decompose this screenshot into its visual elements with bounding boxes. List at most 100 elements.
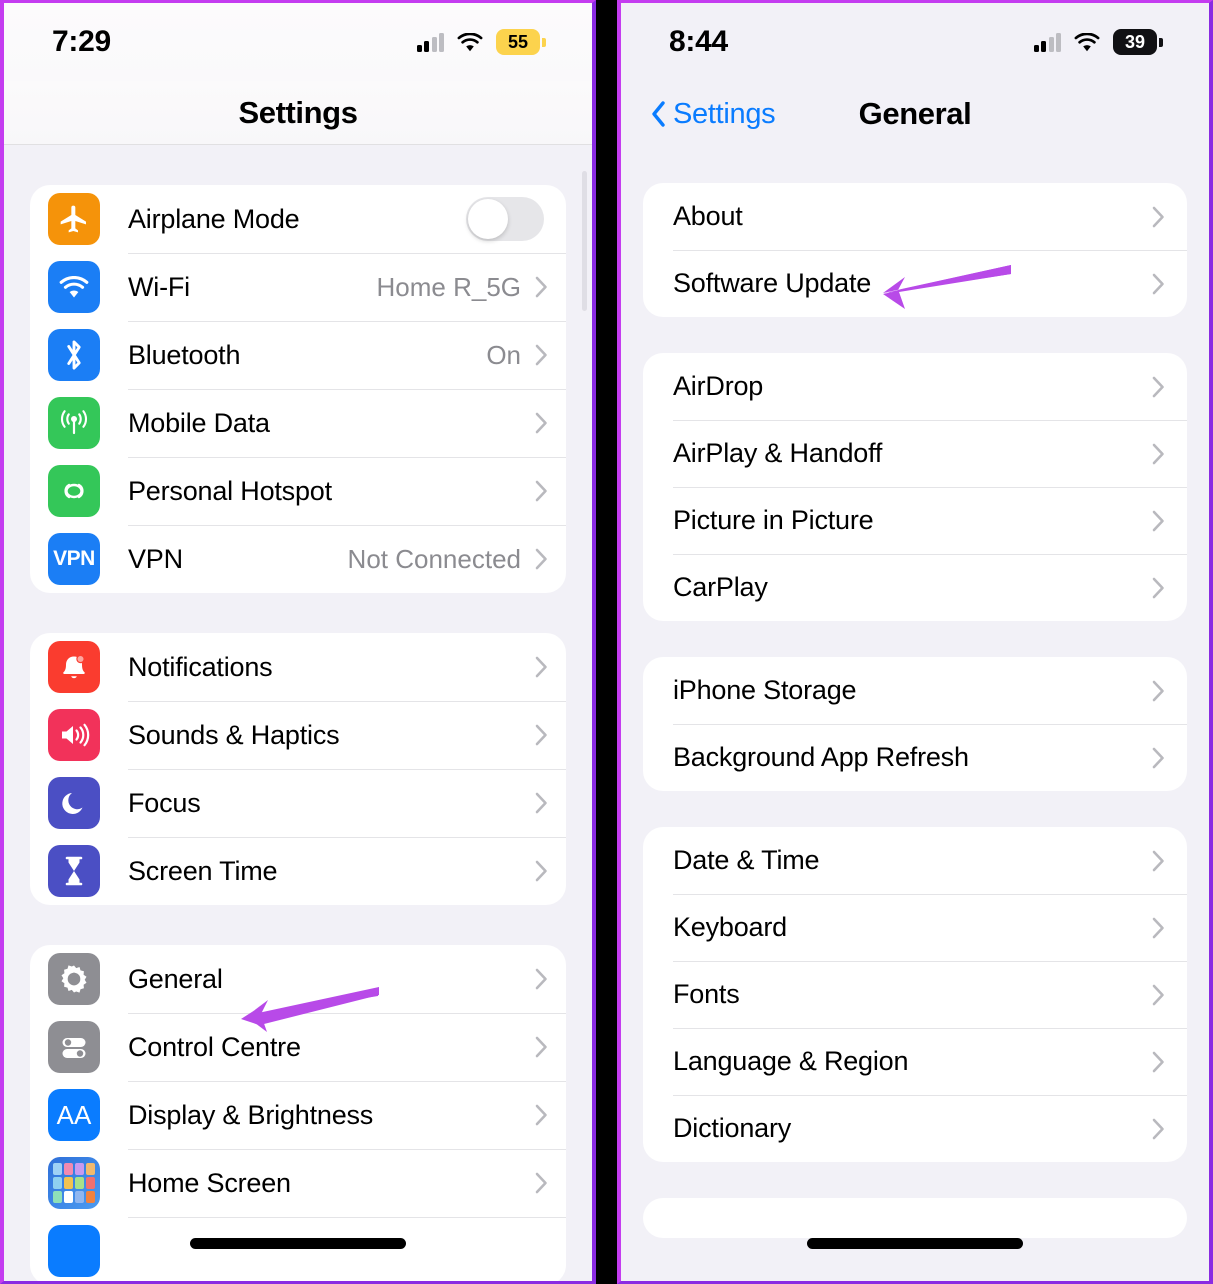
home-screen-grid-icon <box>48 1157 100 1209</box>
chevron-right-icon <box>1152 850 1165 872</box>
settings-group-alerts: Notifications Sounds & Haptics Focus Scr… <box>30 633 566 905</box>
chevron-right-icon <box>1152 984 1165 1006</box>
chevron-right-icon <box>1152 577 1165 599</box>
row-background-app-refresh[interactable]: Background App Refresh <box>643 724 1187 791</box>
left-phone-panel: 7:29 55 Settings Airplane Mode Wi-Fi Hom… <box>0 0 596 1284</box>
row-software-update[interactable]: Software Update <box>643 250 1187 317</box>
row-notifications[interactable]: Notifications <box>30 633 566 701</box>
row-airplay-handoff[interactable]: AirPlay & Handoff <box>643 420 1187 487</box>
general-group-device-info: About Software Update <box>643 183 1187 317</box>
row-label: Personal Hotspot <box>128 475 332 506</box>
battery-tip <box>542 37 546 47</box>
chevron-right-icon <box>1152 443 1165 465</box>
row-language-region[interactable]: Language & Region <box>643 1028 1187 1095</box>
row-label: Control Centre <box>128 1031 301 1062</box>
row-about[interactable]: About <box>643 183 1187 250</box>
row-label: AirDrop <box>673 371 764 401</box>
wifi-icon <box>48 261 100 313</box>
row-iphone-storage[interactable]: iPhone Storage <box>643 657 1187 724</box>
right-status-bar: 8:44 39 <box>621 3 1209 81</box>
row-sounds-haptics[interactable]: Sounds & Haptics <box>30 701 566 769</box>
wifi-icon <box>1074 32 1100 52</box>
scroll-indicator[interactable] <box>582 171 587 311</box>
settings-scroll-area[interactable]: Airplane Mode Wi-Fi Home R_5G Bluetooth … <box>4 145 592 1281</box>
vpn-label: VPN <box>53 547 95 570</box>
row-personal-hotspot[interactable]: Personal Hotspot <box>30 457 566 525</box>
row-airdrop[interactable]: AirDrop <box>643 353 1187 420</box>
bell-icon <box>48 641 100 693</box>
row-bluetooth[interactable]: Bluetooth On <box>30 321 566 389</box>
row-airplane-mode[interactable]: Airplane Mode <box>30 185 566 253</box>
chevron-right-icon <box>1152 206 1165 228</box>
settings-group-system: General Control Centre AA Display & Brig… <box>30 945 566 1281</box>
status-clock: 7:29 <box>52 25 111 58</box>
row-picture-in-picture[interactable]: Picture in Picture <box>643 487 1187 554</box>
hotspot-link-icon <box>48 465 100 517</box>
dual-phone-screenshot: 7:29 55 Settings Airplane Mode Wi-Fi Hom… <box>0 0 1213 1284</box>
back-button[interactable]: Settings <box>651 97 776 131</box>
status-indicators: 39 <box>1033 29 1163 55</box>
row-vpn[interactable]: VPN VPN Not Connected <box>30 525 566 593</box>
row-display-brightness[interactable]: AA Display & Brightness <box>30 1081 566 1149</box>
toggle-knob <box>468 199 508 239</box>
right-nav-bar: Settings General <box>621 81 1209 147</box>
chevron-right-icon <box>1152 917 1165 939</box>
row-fonts[interactable]: Fonts <box>643 961 1187 1028</box>
chevron-right-icon <box>1152 273 1165 295</box>
general-group-storage: iPhone Storage Background App Refresh <box>643 657 1187 791</box>
row-general[interactable]: General <box>30 945 566 1013</box>
row-label: General <box>128 963 223 994</box>
airplane-mode-toggle[interactable] <box>466 197 544 241</box>
row-dictionary[interactable]: Dictionary <box>643 1095 1187 1162</box>
row-label: Home Screen <box>128 1167 291 1198</box>
row-label: AirPlay & Handoff <box>673 438 883 468</box>
row-label: CarPlay <box>673 572 768 602</box>
row-partial-next[interactable] <box>30 1217 566 1281</box>
row-wifi[interactable]: Wi-Fi Home R_5G <box>30 253 566 321</box>
battery-tip <box>1159 37 1163 47</box>
row-label: Keyboard <box>673 912 787 942</box>
row-carplay[interactable]: CarPlay <box>643 554 1187 621</box>
row-date-time[interactable]: Date & Time <box>643 827 1187 894</box>
row-label: Display & Brightness <box>128 1099 374 1130</box>
general-scroll-area[interactable]: About Software Update AirDrop AirPlay & … <box>621 147 1209 1281</box>
battery-level-label: 39 <box>1113 29 1157 55</box>
vpn-icon: VPN <box>48 533 100 585</box>
row-label: Fonts <box>673 979 740 1009</box>
row-focus[interactable]: Focus <box>30 769 566 837</box>
left-status-bar: 7:29 55 <box>4 3 592 81</box>
left-nav-bar: Settings <box>4 81 592 145</box>
chevron-right-icon <box>1152 510 1165 532</box>
row-keyboard[interactable]: Keyboard <box>643 894 1187 961</box>
chevron-right-icon <box>1152 376 1165 398</box>
row-label: Date & Time <box>673 845 820 875</box>
row-screen-time[interactable]: Screen Time <box>30 837 566 905</box>
row-label: VPN <box>128 543 183 574</box>
gear-icon <box>48 953 100 1005</box>
row-label: Sounds & Haptics <box>128 719 340 750</box>
chevron-right-icon <box>535 1104 548 1126</box>
battery-level-label: 55 <box>496 29 540 55</box>
row-mobile-data[interactable]: Mobile Data <box>30 389 566 457</box>
right-phone-panel: 8:44 39 Settings General About Software … <box>617 0 1213 1284</box>
row-control-centre[interactable]: Control Centre <box>30 1013 566 1081</box>
general-group-localization: Date & Time Keyboard Fonts Language & Re… <box>643 827 1187 1162</box>
chevron-right-icon <box>1152 1051 1165 1073</box>
moon-icon <box>48 777 100 829</box>
row-home-screen[interactable]: Home Screen <box>30 1149 566 1217</box>
row-value: Home R_5G <box>376 271 522 302</box>
speaker-icon <box>48 709 100 761</box>
chevron-right-icon <box>1152 747 1165 769</box>
airplane-icon <box>48 193 100 245</box>
chevron-right-icon <box>535 1172 548 1194</box>
row-label: Airplane Mode <box>128 203 300 234</box>
signal-bars-icon <box>1033 32 1061 52</box>
panel-divider-gap <box>596 0 617 1284</box>
chevron-left-icon <box>651 101 666 127</box>
row-label: Background App Refresh <box>673 742 969 772</box>
chevron-right-icon <box>535 412 548 434</box>
chevron-right-icon <box>535 656 548 678</box>
row-label: Mobile Data <box>128 407 270 438</box>
back-label: Settings <box>673 97 776 130</box>
chevron-right-icon <box>535 480 548 502</box>
